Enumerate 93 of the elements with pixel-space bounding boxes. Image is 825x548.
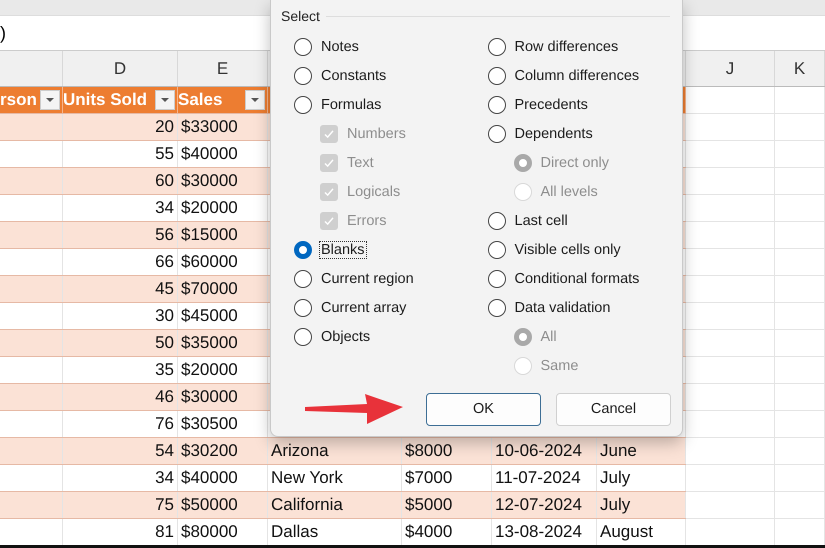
- option-label[interactable]: Precedents: [512, 96, 590, 114]
- arrow-icon: [305, 392, 403, 426]
- table-cell: 30: [155, 306, 174, 326]
- option-label[interactable]: Dependents: [512, 124, 595, 142]
- table-cell: California: [271, 495, 343, 515]
- option-label[interactable]: Objects: [319, 328, 372, 346]
- radio-button[interactable]: [294, 38, 312, 56]
- table-cell: July: [600, 468, 630, 488]
- table-cell: 81: [155, 522, 174, 542]
- column-header[interactable]: K: [794, 58, 806, 78]
- column-title: Sales: [178, 90, 222, 110]
- radio-button[interactable]: [294, 298, 312, 316]
- table-cell: June: [600, 441, 637, 461]
- radio-button[interactable]: [488, 240, 506, 258]
- dialog-button[interactable]: Cancel: [556, 392, 671, 426]
- option-label[interactable]: Last cell: [512, 212, 570, 230]
- table-cell: 46: [155, 387, 174, 407]
- option-label[interactable]: Visible cells only: [512, 240, 623, 258]
- dialog-button[interactable]: OK: [426, 392, 541, 426]
- table-cell: 56: [155, 225, 174, 245]
- table-cell: $50000: [181, 495, 238, 515]
- table-cell: Arizona: [271, 441, 329, 461]
- group-label: Select: [281, 8, 320, 24]
- table-cell: $20000: [181, 198, 238, 218]
- table-cell: $80000: [181, 522, 238, 542]
- radio-button[interactable]: [294, 66, 312, 84]
- table-cell: New York: [271, 468, 343, 488]
- table-cell: $40000: [181, 468, 238, 488]
- table-cell: 75: [155, 495, 174, 515]
- table-cell: $30500: [181, 414, 238, 434]
- table-cell: Dallas: [271, 522, 318, 542]
- column-header[interactable]: D: [114, 58, 126, 78]
- table-cell: 60: [155, 171, 174, 191]
- option-label[interactable]: Constants: [319, 66, 388, 84]
- table-cell: $8000: [405, 441, 452, 461]
- table-cell: $20000: [181, 360, 238, 380]
- table-cell: $33000: [181, 117, 238, 137]
- table-cell: $30000: [181, 171, 238, 191]
- table-cell: $5000: [405, 495, 452, 515]
- column-header[interactable]: J: [726, 58, 734, 78]
- formula-text: ): [0, 22, 6, 44]
- radio-button[interactable]: [488, 270, 506, 288]
- column-title: Units Sold: [63, 90, 148, 110]
- table-cell: $30000: [181, 387, 238, 407]
- radio-button[interactable]: [488, 124, 506, 142]
- radio-button[interactable]: [294, 96, 312, 114]
- table-cell: $4000: [405, 522, 452, 542]
- column-title: rson: [0, 90, 37, 110]
- table-cell: 12-07-2024: [495, 495, 582, 515]
- table-cell: $30200: [181, 441, 238, 461]
- table-cell: $60000: [181, 252, 238, 272]
- radio-button[interactable]: [488, 38, 506, 56]
- table-cell: July: [600, 495, 630, 515]
- table-cell: 54: [155, 441, 174, 461]
- radio-button[interactable]: [488, 96, 506, 114]
- option-label[interactable]: Formulas: [319, 96, 384, 114]
- option-label[interactable]: Current array: [319, 298, 408, 316]
- filter-dropdown-icon[interactable]: [40, 90, 60, 110]
- table-cell: $7000: [405, 468, 452, 488]
- radio-button[interactable]: [488, 66, 506, 84]
- table-cell: 10-06-2024: [495, 441, 582, 461]
- table-cell: $40000: [181, 144, 238, 164]
- column-header[interactable]: E: [216, 58, 228, 78]
- filter-dropdown-icon[interactable]: [155, 90, 175, 110]
- table-cell: 20: [155, 117, 174, 137]
- option-label[interactable]: Current region: [319, 270, 416, 288]
- table-cell: 34: [155, 468, 174, 488]
- radio-button[interactable]: [294, 328, 312, 346]
- option-label[interactable]: Column differences: [512, 66, 642, 84]
- table-cell: $15000: [181, 225, 238, 245]
- table-cell: 34: [155, 198, 174, 218]
- option-label[interactable]: Conditional formats: [512, 270, 642, 288]
- table-cell: 11-07-2024: [495, 468, 581, 488]
- table-cell: 13-08-2024: [495, 522, 582, 542]
- table-cell: August: [600, 522, 653, 542]
- option-label[interactable]: Blanks: [319, 240, 367, 258]
- radio-button[interactable]: [488, 298, 506, 316]
- table-cell: $45000: [181, 306, 238, 326]
- filter-dropdown-icon[interactable]: [245, 90, 265, 110]
- table-cell: 66: [155, 252, 174, 272]
- table-cell: $70000: [181, 279, 238, 299]
- radio-button[interactable]: [294, 240, 312, 258]
- option-label[interactable]: Notes: [319, 38, 361, 56]
- table-cell: 35: [155, 360, 174, 380]
- table-cell: $35000: [181, 333, 238, 353]
- option-label[interactable]: Data validation: [512, 298, 612, 316]
- table-cell: 76: [155, 414, 174, 434]
- table-cell: 50: [155, 333, 174, 353]
- table-cell: 55: [155, 144, 174, 164]
- table-cell: 45: [155, 279, 174, 299]
- radio-button[interactable]: [294, 270, 312, 288]
- radio-button[interactable]: [488, 212, 506, 230]
- option-label[interactable]: Row differences: [512, 38, 620, 56]
